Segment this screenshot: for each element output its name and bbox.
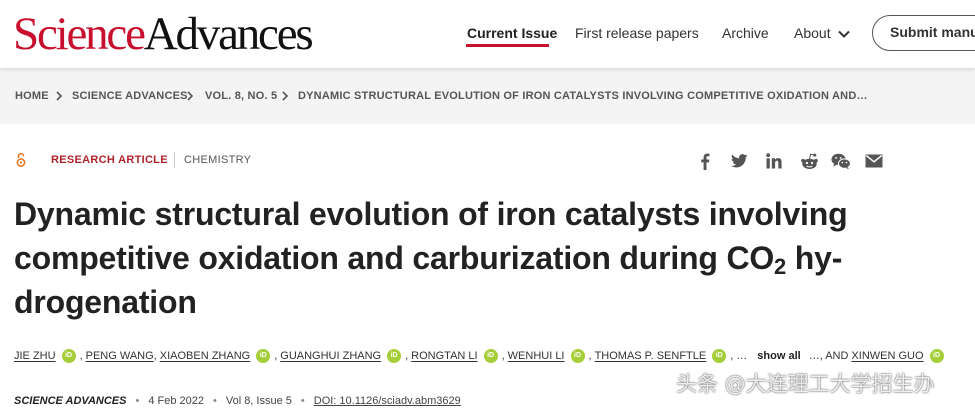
chevron-right-icon — [282, 91, 289, 101]
breadcrumb-home[interactable]: HOME — [15, 89, 49, 103]
nav-about-label: About — [794, 25, 831, 41]
breadcrumb-journal[interactable]: SCIENCE ADVANCES — [72, 89, 188, 103]
author-separator: , — [588, 350, 592, 362]
author-link[interactable]: PENG WANG — [86, 350, 154, 362]
author-separator: , — [501, 350, 505, 362]
orcid-icon[interactable]: iD — [570, 349, 585, 363]
breadcrumb-issue[interactable]: VOL. 8, NO. 5 — [205, 89, 277, 103]
nav-about[interactable]: About — [794, 24, 851, 42]
article-title: Dynamic structural evolution of iron cat… — [14, 192, 894, 324]
author-link[interactable]: GUANGHUI ZHANG — [280, 350, 381, 362]
orcid-icon[interactable]: iD — [929, 349, 944, 363]
nav-archive[interactable]: Archive — [722, 24, 769, 42]
chevron-right-icon — [187, 91, 194, 101]
author-link[interactable]: XINWEN GUO — [851, 350, 923, 362]
author-link[interactable]: RONGTAN LI — [411, 350, 477, 362]
logo-science: Science — [13, 8, 146, 60]
facebook-icon[interactable] — [695, 151, 715, 171]
author-list: JIE ZHU iD , PENG WANG , XIAOBEN ZHANG i… — [14, 347, 948, 365]
citation-line: SCIENCE ADVANCES • 4 Feb 2022 • Vol 8, I… — [14, 395, 461, 407]
email-icon[interactable] — [864, 151, 884, 171]
wechat-icon[interactable] — [831, 151, 851, 171]
nav-current-issue[interactable]: Current Issue — [467, 24, 557, 42]
author-separator: , — [79, 350, 83, 362]
watermark: 头条 @大连理工大学招生办 — [676, 372, 935, 396]
nav-first-release-papers[interactable]: First release papers — [575, 24, 699, 42]
separator-dot: • — [135, 395, 140, 407]
journal-name: SCIENCE ADVANCES — [14, 395, 127, 407]
title-line-1: Dynamic structural evolution of iron cat… — [14, 196, 848, 232]
author-ellipsis: … — [736, 350, 748, 362]
author-ellipsis: … — [808, 350, 820, 362]
reddit-icon[interactable] — [799, 151, 819, 171]
orcid-icon[interactable]: iD — [256, 349, 271, 363]
chevron-right-icon — [56, 91, 63, 101]
science-advances-logo[interactable]: ScienceAdvances — [13, 8, 314, 60]
author-separator: , — [153, 350, 157, 362]
orcid-icon[interactable]: iD — [483, 349, 498, 363]
author-link[interactable]: JIE ZHU — [14, 350, 56, 362]
author-separator: , — [405, 350, 409, 362]
orcid-icon[interactable]: iD — [712, 349, 727, 363]
volume-issue[interactable]: Vol 8, Issue 5 — [226, 395, 292, 407]
author-separator: , — [730, 350, 734, 362]
title-line-3: drogenation — [14, 284, 197, 320]
separator-dot: • — [300, 395, 305, 407]
author-separator: , — [274, 350, 278, 362]
nav-active-indicator — [466, 44, 549, 47]
divider — [174, 152, 175, 168]
author-link[interactable]: WENHUI LI — [508, 350, 565, 362]
breadcrumb-article: DYNAMIC STRUCTURAL EVOLUTION OF IRON CAT… — [298, 90, 868, 102]
title-line-2: competitive oxidation and carburization … — [14, 240, 775, 276]
orcid-icon[interactable]: iD — [61, 349, 76, 363]
show-all-authors-button[interactable]: show all — [757, 350, 800, 362]
author-and: , AND — [819, 350, 849, 362]
submit-manuscript-button[interactable]: Submit manus — [872, 15, 975, 51]
article-type-label: RESEARCH ARTICLE — [51, 154, 168, 166]
doi-link[interactable]: DOI: 10.1126/sciadv.abm3629 — [314, 395, 461, 407]
author-link[interactable]: THOMAS P. SENFTLE — [595, 350, 707, 362]
open-access-icon — [16, 152, 26, 167]
author-link[interactable]: XIAOBEN ZHANG — [160, 350, 250, 362]
linkedin-icon[interactable] — [764, 151, 784, 171]
title-line-2-end: hy- — [786, 240, 843, 276]
twitter-icon[interactable] — [729, 151, 749, 171]
subject-label[interactable]: CHEMISTRY — [184, 154, 251, 166]
logo-advances: Advances — [143, 8, 314, 60]
separator-dot: • — [212, 395, 217, 407]
publication-date: 4 Feb 2022 — [148, 395, 204, 407]
chevron-down-icon — [838, 31, 851, 39]
orcid-icon[interactable]: iD — [387, 349, 402, 363]
site-header: ScienceAdvances Current Issue First rele… — [0, 0, 975, 68]
title-subscript: 2 — [774, 254, 787, 279]
